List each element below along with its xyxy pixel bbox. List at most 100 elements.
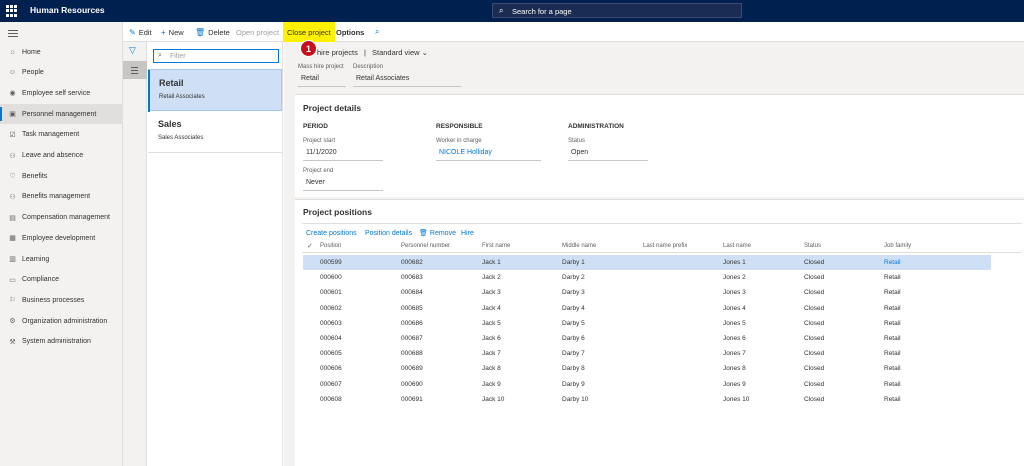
table-cell: Closed (804, 335, 825, 342)
breadcrumb-link[interactable]: hire projects (317, 48, 358, 57)
table-cell: Jones 9 (723, 380, 746, 388)
hamburger-icon[interactable] (8, 30, 18, 38)
nav-item-task-management[interactable]: ☑ Task management (0, 125, 123, 145)
table-row[interactable]: 000601 000684 Jack 3 Darby 3 Jones 3 Closed Re… (303, 285, 991, 300)
close-project-button[interactable]: Close project (283, 22, 335, 42)
worker-link[interactable]: NICOLE Holliday (436, 149, 541, 161)
table-row[interactable]: 000608 000691 Jack 10 Darby 10 Jones 10 Close… (303, 392, 991, 407)
nav-item-label: Business processes (22, 296, 85, 304)
nav-item-employee-self-service[interactable]: ◉ Employee self service (0, 83, 123, 103)
table-cell: Retail (884, 274, 901, 282)
table-cell: Jones 5 (723, 319, 746, 327)
column-header[interactable]: Job family (884, 243, 911, 249)
compliance-icon: ▭ (9, 276, 16, 284)
card-title[interactable]: Project details (303, 103, 361, 113)
nav-item-benefits-management[interactable]: ⚇ Benefits management (0, 187, 123, 207)
chevron-down-icon[interactable]: ⌄ (422, 48, 428, 57)
delete-label: Delete (208, 27, 230, 37)
table-cell: Darby 8 (562, 365, 585, 373)
nav-item-personnel-management[interactable]: ▣ Personnel management (0, 104, 123, 125)
table-cell[interactable]: Retail (884, 259, 901, 266)
table-cell: Jones 2 (723, 274, 746, 282)
new-button[interactable]: + New (161, 22, 184, 42)
table-cell: Closed (804, 289, 825, 297)
nav-item-label: Organization administration (22, 317, 108, 325)
nav-item-organization-administration[interactable]: ⚙ Organization administration (0, 311, 123, 331)
table-cell: Retail (884, 380, 901, 388)
table-row[interactable]: 000606 000689 Jack 8 Darby 8 Jones 8 Closed Re… (303, 361, 991, 376)
select-all-check-icon[interactable]: ✓ (307, 242, 313, 250)
table-row[interactable]: 000600 000683 Jack 2 Darby 2 Jones 2 Closed Re… (303, 270, 991, 285)
search-action-button[interactable]: ⌕ (375, 22, 382, 42)
table-row[interactable]: 000605 000688 Jack 7 Darby 7 Jones 7 Closed Re… (303, 346, 991, 361)
open-project-button[interactable]: Open project (236, 22, 279, 42)
column-header[interactable]: Last name (723, 243, 751, 249)
status-field[interactable]: Status Open (568, 138, 648, 161)
edit-button[interactable]: ✎ Edit (129, 22, 152, 42)
column-header[interactable]: First name (482, 243, 510, 249)
table-cell: Closed (804, 380, 825, 388)
hire-button[interactable]: Hire (461, 227, 474, 239)
table-row[interactable]: 000602 000685 Jack 4 Darby 4 Jones 4 Closed Re… (303, 301, 991, 316)
field-value[interactable]: 11/1/2020 (303, 149, 383, 161)
list-item-sales[interactable]: Sales Sales Associates (148, 111, 282, 153)
table-cell: 000604 (320, 335, 342, 342)
table-cell: Darby 9 (562, 380, 585, 388)
table-cell: Closed (804, 259, 825, 266)
list-item-title: Sales (158, 119, 182, 129)
list-item-subtitle: Sales Associates (158, 135, 204, 141)
position-details-button[interactable]: Position details (365, 227, 412, 239)
column-header[interactable]: Position (320, 243, 341, 249)
create-positions-button[interactable]: Create positions (306, 227, 357, 239)
table-cell: Jack 2 (482, 274, 501, 282)
nav-item-employee-development[interactable]: ▦ Employee development (0, 228, 123, 248)
benefits-icon: ♡ (9, 173, 16, 181)
field-value[interactable]: Open (568, 149, 648, 161)
list-view-icon[interactable] (123, 61, 147, 79)
table-cell: 000687 (401, 335, 423, 342)
filter-input[interactable]: ⌕ Filter (153, 49, 279, 63)
list-item-retail[interactable]: Retail Retail Associates (148, 69, 282, 112)
nav-item-learning[interactable]: ▥ Learning (0, 249, 123, 269)
breadcrumb-separator: | (363, 48, 366, 57)
nav-item-compliance[interactable]: ▭ Compliance (0, 270, 123, 290)
trash-icon: 🗑 (195, 27, 206, 37)
remove-button[interactable]: 🗑 Remove (419, 227, 456, 239)
table-cell: 000682 (401, 259, 423, 266)
nav-item-home[interactable]: ⌂ Home (0, 42, 123, 62)
view-selector[interactable]: Standard view (372, 48, 420, 57)
table-row[interactable]: 000607 000690 Jack 9 Darby 9 Jones 9 Closed Re… (303, 377, 991, 392)
delete-button[interactable]: 🗑 Delete (195, 22, 230, 42)
nav-item-business-processes[interactable]: ⚐ Business processes (0, 290, 123, 310)
column-header[interactable]: Last name prefix (643, 243, 687, 249)
table-row[interactable]: 000604 000687 Jack 6 Darby 6 Jones 6 Closed Re… (303, 331, 991, 346)
nav-item-label: Employee development (22, 234, 96, 242)
table-cell: Darby 7 (562, 350, 585, 358)
search-icon: ⌕ (158, 52, 162, 59)
table-row[interactable]: 000599 000682 Jack 1 Darby 1 Jones 1 Closed Re… (303, 255, 991, 270)
nav-item-label: Employee self service (22, 89, 91, 97)
field-value[interactable]: Never (303, 179, 383, 191)
table-row[interactable]: 000603 000686 Jack 5 Darby 5 Jones 5 Closed Re… (303, 316, 991, 331)
worker-in-charge-field[interactable]: Worker in charge NICOLE Holliday (436, 138, 541, 161)
nav-item-benefits[interactable]: ♡ Benefits (0, 166, 123, 186)
project-start-field[interactable]: Project start 11/1/2020 (303, 138, 383, 161)
nav-item-label: Task management (22, 131, 80, 139)
filter-funnel-icon[interactable]: ▽ (129, 45, 136, 56)
table-cell: 000605 (320, 350, 342, 358)
search-placeholder: Search for a page (512, 7, 572, 16)
project-end-field[interactable]: Project end Never (303, 168, 383, 191)
nav-item-leave-and-absence[interactable]: ⚇ Leave and absence (0, 146, 123, 166)
column-header[interactable]: Middle name (562, 243, 596, 249)
column-header[interactable]: Status (804, 243, 821, 249)
nav-item-people[interactable]: ☺ People (0, 63, 123, 83)
nav-item-compensation-management[interactable]: ▤ Compensation management (0, 208, 123, 228)
app-title: Human Resources (30, 5, 105, 15)
search-input[interactable]: ⌕ Search for a page (492, 3, 742, 18)
card-title[interactable]: Project positions (303, 207, 372, 217)
options-button[interactable]: Options (336, 22, 364, 42)
table-cell: Jones 7 (723, 350, 746, 358)
app-launcher-icon[interactable] (6, 5, 18, 17)
column-header[interactable]: Personnel number (401, 243, 450, 249)
nav-item-system-administration[interactable]: ⚒ System administration (0, 332, 123, 352)
